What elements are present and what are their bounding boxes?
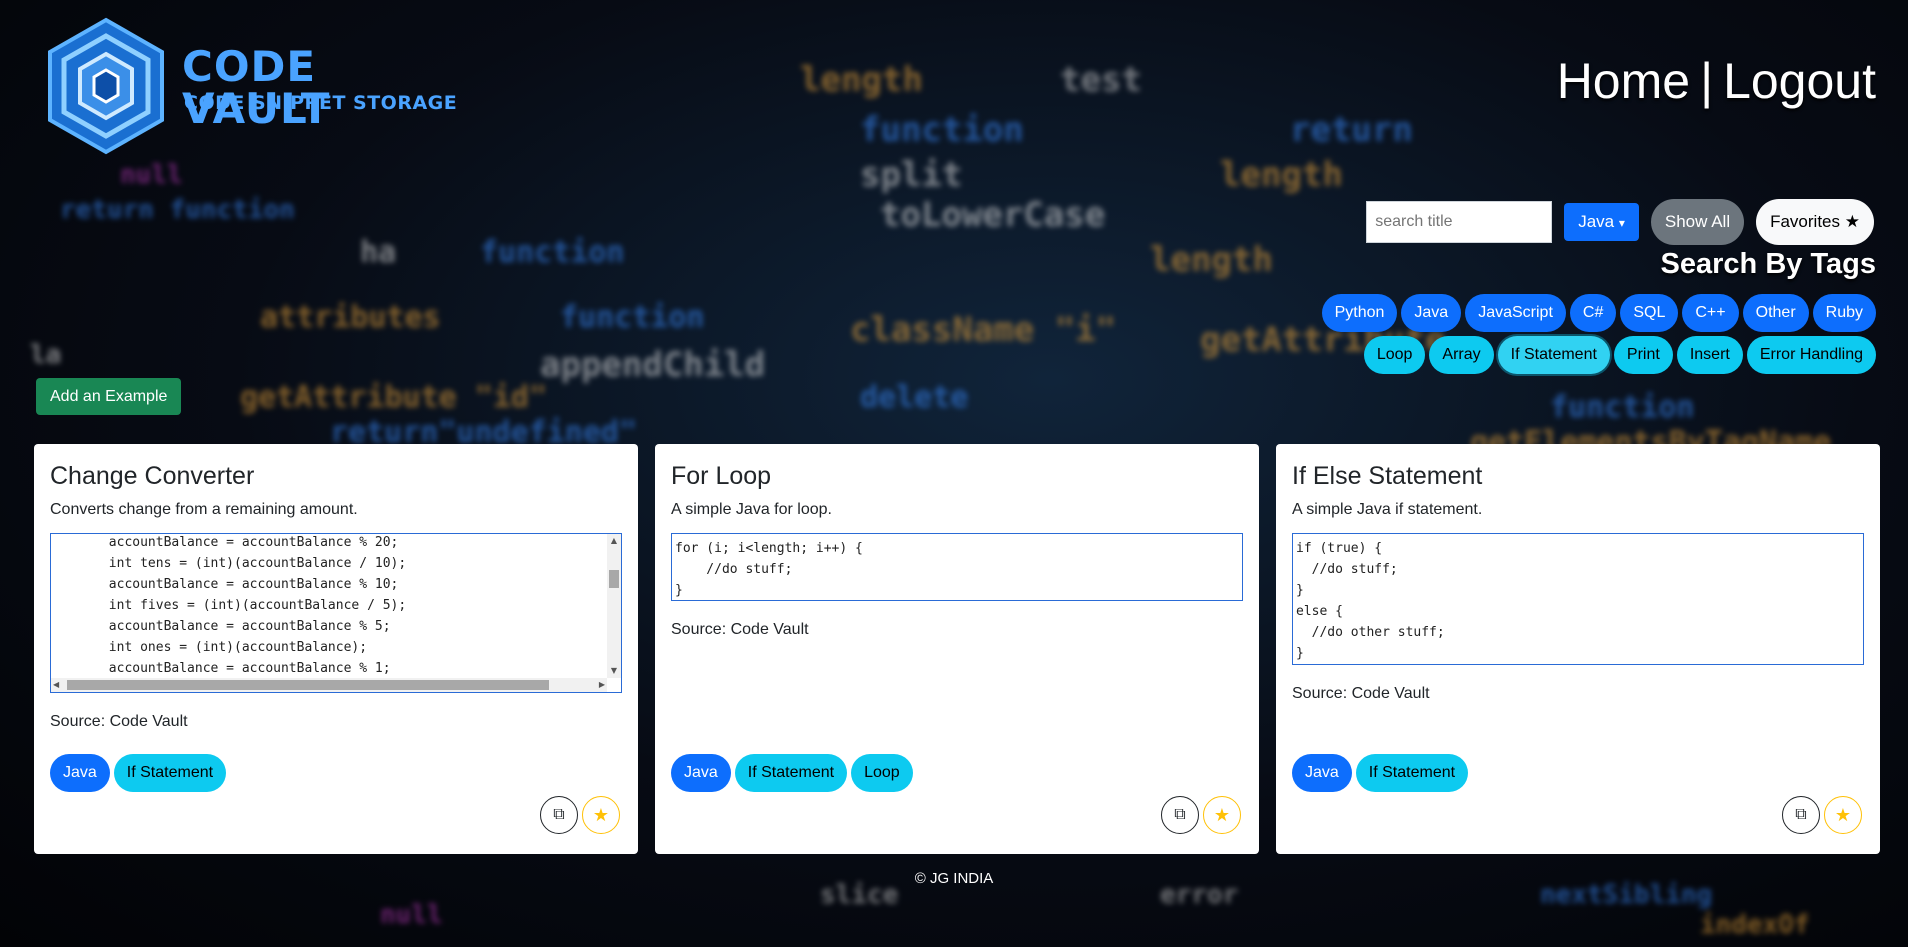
star-icon: ★ <box>592 804 610 825</box>
card-tag-if-statement[interactable]: If Statement <box>734 754 848 792</box>
card-tag-loop[interactable]: Loop <box>851 754 913 792</box>
tag-other[interactable]: Other <box>1742 294 1809 332</box>
code-vault-logo-icon <box>48 17 164 155</box>
code-textarea[interactable]: for (i; i<length; i++) { //do stuff; } <box>671 533 1243 601</box>
card-tags: Java If Statement <box>1292 754 1469 792</box>
snippet-card: Change Converter Converts change from a … <box>34 444 638 854</box>
horizontal-scrollbar[interactable]: ◀ ▶ <box>51 678 607 692</box>
search-bar: Java ▾ Show All Favorites ★ <box>1366 199 1874 245</box>
language-tags: Python Java JavaScript C# SQL C++ Other … <box>1321 294 1876 332</box>
copy-button[interactable]: ⧉ <box>1161 796 1199 834</box>
tag-cpp[interactable]: C++ <box>1682 294 1739 332</box>
code-textarea[interactable]: if (true) { //do stuff; } else { //do ot… <box>1292 533 1864 665</box>
card-tag-if-statement[interactable]: If Statement <box>1355 754 1469 792</box>
tag-error-handling[interactable]: Error Handling <box>1746 336 1876 374</box>
search-input[interactable] <box>1366 201 1553 243</box>
tag-print[interactable]: Print <box>1613 336 1673 374</box>
snippet-cards: Change Converter Converts change from a … <box>34 444 1880 854</box>
brand-subtitle: CODE SNIPPET STORAGE <box>184 92 458 114</box>
card-title: Change Converter <box>50 462 255 490</box>
category-tags: Loop Array If Statement Print Insert Err… <box>1363 336 1876 374</box>
code-text: if (true) { //do stuff; } else { //do ot… <box>1296 541 1445 661</box>
tag-sql[interactable]: SQL <box>1620 294 1679 332</box>
card-tags: Java If Statement <box>50 754 227 792</box>
card-tag-java[interactable]: Java <box>50 754 110 792</box>
card-description: A simple Java for loop. <box>671 501 832 518</box>
caret-down-icon: ▾ <box>1618 216 1625 230</box>
code-text: for (i; i<length; i++) { //do stuff; } <box>675 541 863 598</box>
logo[interactable]: CODE VAULT CODE SNIPPET STORAGE <box>40 16 460 156</box>
star-icon: ★ <box>1844 212 1860 231</box>
card-tags: Java If Statement Loop <box>671 754 913 792</box>
scroll-down-icon: ▼ <box>610 666 618 675</box>
card-title: If Else Statement <box>1292 462 1483 490</box>
favorite-button[interactable]: ★ <box>1203 796 1241 834</box>
card-source: Source: Code Vault <box>1292 685 1430 702</box>
language-dropdown-button[interactable]: Java ▾ <box>1564 203 1639 241</box>
tag-csharp[interactable]: C# <box>1569 294 1617 332</box>
footer: © JG INDIA <box>914 870 994 887</box>
show-all-button[interactable]: Show All <box>1650 199 1745 245</box>
star-icon: ★ <box>1834 804 1852 825</box>
nav-separator: | <box>1700 53 1714 109</box>
card-actions: ⧉ ★ <box>1161 796 1241 834</box>
card-tag-if-statement[interactable]: If Statement <box>113 754 227 792</box>
search-by-tags-heading: Search By Tags <box>1660 248 1876 280</box>
card-source: Source: Code Vault <box>50 713 188 730</box>
language-dropdown-label: Java <box>1578 212 1615 231</box>
scrollbar-thumb[interactable] <box>609 570 619 588</box>
tag-if-statement[interactable]: If Statement <box>1497 336 1610 374</box>
tag-java[interactable]: Java <box>1401 294 1462 332</box>
favorite-button[interactable]: ★ <box>582 796 620 834</box>
tag-insert[interactable]: Insert <box>1676 336 1743 374</box>
nav-home-link[interactable]: Home <box>1557 53 1690 109</box>
favorites-button[interactable]: Favorites ★ <box>1756 199 1874 245</box>
scroll-left-icon: ◀ <box>53 680 60 689</box>
code-text: accountBalance = accountBalance % 20; in… <box>108 535 407 676</box>
top-nav: Home | Logout <box>1557 52 1876 110</box>
brand-title: CODE VAULT <box>182 42 331 133</box>
card-tag-java[interactable]: Java <box>671 754 731 792</box>
scrollbar-thumb-h[interactable] <box>67 680 549 690</box>
copy-button[interactable]: ⧉ <box>1782 796 1820 834</box>
copy-icon: ⧉ <box>1174 806 1186 823</box>
card-description: A simple Java if statement. <box>1292 501 1483 518</box>
snippet-card: If Else Statement A simple Java if state… <box>1276 444 1880 854</box>
copy-button[interactable]: ⧉ <box>540 796 578 834</box>
nav-logout-link[interactable]: Logout <box>1723 53 1876 109</box>
tag-python[interactable]: Python <box>1321 294 1398 332</box>
card-actions: ⧉ ★ <box>1782 796 1862 834</box>
add-example-button[interactable]: Add an Example <box>36 378 182 415</box>
tag-loop[interactable]: Loop <box>1363 336 1426 374</box>
snippet-card: For Loop A simple Java for loop. for (i;… <box>655 444 1259 854</box>
card-actions: ⧉ ★ <box>540 796 620 834</box>
tag-javascript[interactable]: JavaScript <box>1465 294 1566 332</box>
card-tag-java[interactable]: Java <box>1292 754 1352 792</box>
code-textarea[interactable]: accountBalance = accountBalance % 20; in… <box>50 533 622 693</box>
copy-icon: ⧉ <box>553 806 565 823</box>
copy-icon: ⧉ <box>1795 806 1807 823</box>
card-source: Source: Code Vault <box>671 621 809 638</box>
star-icon: ★ <box>1213 804 1231 825</box>
scroll-up-icon: ▲ <box>610 536 618 545</box>
scroll-right-icon: ▶ <box>598 680 605 689</box>
favorite-button[interactable]: ★ <box>1824 796 1862 834</box>
card-title: For Loop <box>671 462 772 490</box>
tag-array[interactable]: Array <box>1429 336 1494 374</box>
favorites-label: Favorites <box>1770 212 1841 231</box>
card-description: Converts change from a remaining amount. <box>50 501 358 518</box>
vertical-scrollbar[interactable]: ▲ ▼ <box>607 534 621 678</box>
tag-ruby[interactable]: Ruby <box>1812 294 1876 332</box>
